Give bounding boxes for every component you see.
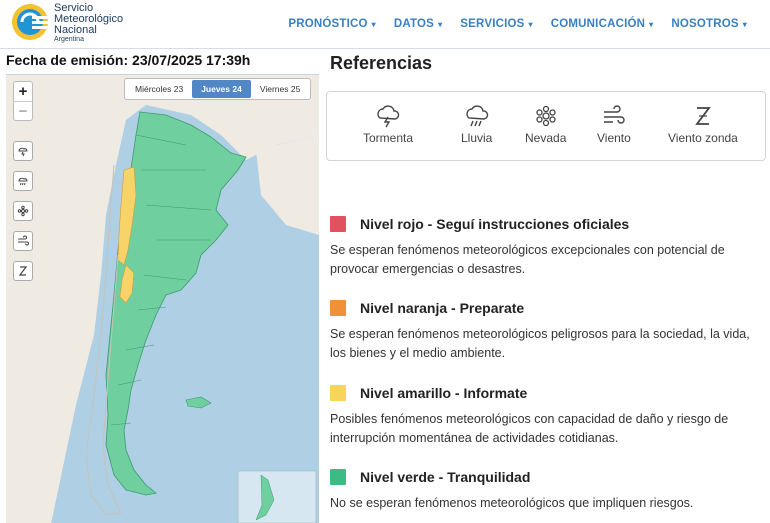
level-title: Nivel verde - Tranquilidad xyxy=(360,469,531,485)
level-description: No se esperan fenómenos meteorológicos q… xyxy=(330,496,694,510)
brand-name[interactable]: Servicio Meteorológico Nacional Argentin… xyxy=(54,3,123,44)
ref-label: Viento xyxy=(597,131,631,145)
nav-datos[interactable]: DATOS ▾ xyxy=(385,18,451,30)
nav-pronostico[interactable]: PRONÓSTICO ▾ xyxy=(279,18,385,30)
snow-icon xyxy=(17,205,29,217)
rain-icon xyxy=(18,177,28,186)
level-header: Nivel amarillo - Informate xyxy=(330,385,750,401)
neighbor-land xyxy=(256,135,319,235)
snow-filter-button[interactable] xyxy=(13,201,33,221)
rain-icon xyxy=(466,105,488,127)
nav-label: PRONÓSTICO xyxy=(288,18,368,30)
ref-tormenta: Tormenta xyxy=(363,104,413,145)
day-tabs: Miércoles 23 Jueves 24 Viernes 25 xyxy=(124,78,312,100)
level-swatch-orange xyxy=(330,300,346,316)
ref-viento-zonda: Viento zonda xyxy=(668,104,738,145)
level-description: Posibles fenómenos meteorológicos con ca… xyxy=(330,412,729,445)
references-title: Referencias xyxy=(330,53,433,73)
tab-viernes-25[interactable]: Viernes 25 xyxy=(251,80,309,98)
level-description: Se esperan fenómenos meteorológicos peli… xyxy=(330,327,750,360)
nav-label: DATOS xyxy=(393,18,435,30)
chevron-down-icon: ▾ xyxy=(438,20,443,29)
level-title: Nivel amarillo - Informate xyxy=(360,385,528,401)
level-description: Se esperan fenómenos meteorológicos exce… xyxy=(330,243,725,276)
level-title: Nivel naranja - Preparate xyxy=(360,300,525,316)
tab-jueves-24[interactable]: Jueves 24 xyxy=(192,80,251,98)
zoom-in-button[interactable]: + xyxy=(14,82,32,101)
storm-icon xyxy=(18,147,28,157)
nav-comunicacion[interactable]: COMUNICACIÓN ▾ xyxy=(542,18,663,30)
nav-servicios[interactable]: SERVICIOS ▾ xyxy=(451,18,541,30)
top-navbar: Servicio Meteorológico Nacional Argentin… xyxy=(0,0,770,49)
tab-miercoles-23[interactable]: Miércoles 23 xyxy=(126,80,192,98)
storm-icon xyxy=(377,105,400,128)
nav-label: SERVICIOS xyxy=(460,18,525,30)
level-header: Nivel naranja - Preparate xyxy=(330,300,750,316)
ref-viento: Viento xyxy=(597,104,631,145)
level-amarillo: Nivel amarillo - Informate Posibles fenó… xyxy=(330,385,750,448)
chevron-down-icon: ▾ xyxy=(742,20,747,29)
zonda-icon xyxy=(18,266,28,276)
ref-label: Nevada xyxy=(525,131,567,145)
chevron-down-icon: ▾ xyxy=(649,20,654,29)
level-rojo: Nivel rojo - Seguí instrucciones oficial… xyxy=(330,216,750,279)
level-swatch-green xyxy=(330,469,346,485)
wind-icon xyxy=(603,105,625,124)
brand-country: Argentina xyxy=(54,36,84,43)
wind-icon xyxy=(18,235,29,246)
zonda-icon xyxy=(695,107,711,125)
alert-map[interactable] xyxy=(6,74,319,523)
storm-filter-button[interactable] xyxy=(13,141,33,161)
zoom-control: + − xyxy=(13,81,33,121)
ref-label: Lluvia xyxy=(461,131,493,145)
nav-nosotros[interactable]: NOSOTROS ▾ xyxy=(662,18,756,30)
map-canvas[interactable] xyxy=(6,75,319,523)
ref-nevada: Nevada xyxy=(525,104,566,145)
level-header: Nivel verde - Tranquilidad xyxy=(330,469,750,485)
wind-filter-button[interactable] xyxy=(13,231,33,251)
main-nav: PRONÓSTICO ▾ DATOS ▾ SERVICIOS ▾ COMUNICACI… xyxy=(279,18,756,30)
snow-icon xyxy=(536,105,556,127)
smn-logo[interactable] xyxy=(10,2,50,42)
inset-box xyxy=(237,470,317,523)
ref-label: Viento zonda xyxy=(668,131,738,145)
level-naranja: Nivel naranja - Preparate Se esperan fen… xyxy=(330,300,750,363)
zonda-filter-button[interactable] xyxy=(13,261,33,281)
level-verde: Nivel verde - Tranquilidad No se esperan… xyxy=(330,469,750,513)
references-box: Tormenta Lluvia Nevada Viento Viento zon… xyxy=(326,91,766,161)
level-title: Nivel rojo - Seguí instrucciones oficial… xyxy=(360,216,630,232)
level-header: Nivel rojo - Seguí instrucciones oficial… xyxy=(330,216,750,232)
brand-line: Nacional xyxy=(54,24,97,36)
ref-lluvia: Lluvia xyxy=(461,104,492,145)
emission-date: Fecha de emisión: 23/07/2025 17:39h xyxy=(6,52,251,68)
ref-label: Tormenta xyxy=(363,131,414,145)
chevron-down-icon: ▾ xyxy=(528,20,533,29)
level-swatch-red xyxy=(330,216,346,232)
chevron-down-icon: ▾ xyxy=(371,20,376,29)
nav-label: NOSOTROS xyxy=(671,18,739,30)
region-islands[interactable] xyxy=(185,396,212,409)
zoom-out-button[interactable]: − xyxy=(14,101,32,120)
level-swatch-yellow xyxy=(330,385,346,401)
nav-label: COMUNICACIÓN xyxy=(550,18,646,30)
rain-filter-button[interactable] xyxy=(13,171,33,191)
